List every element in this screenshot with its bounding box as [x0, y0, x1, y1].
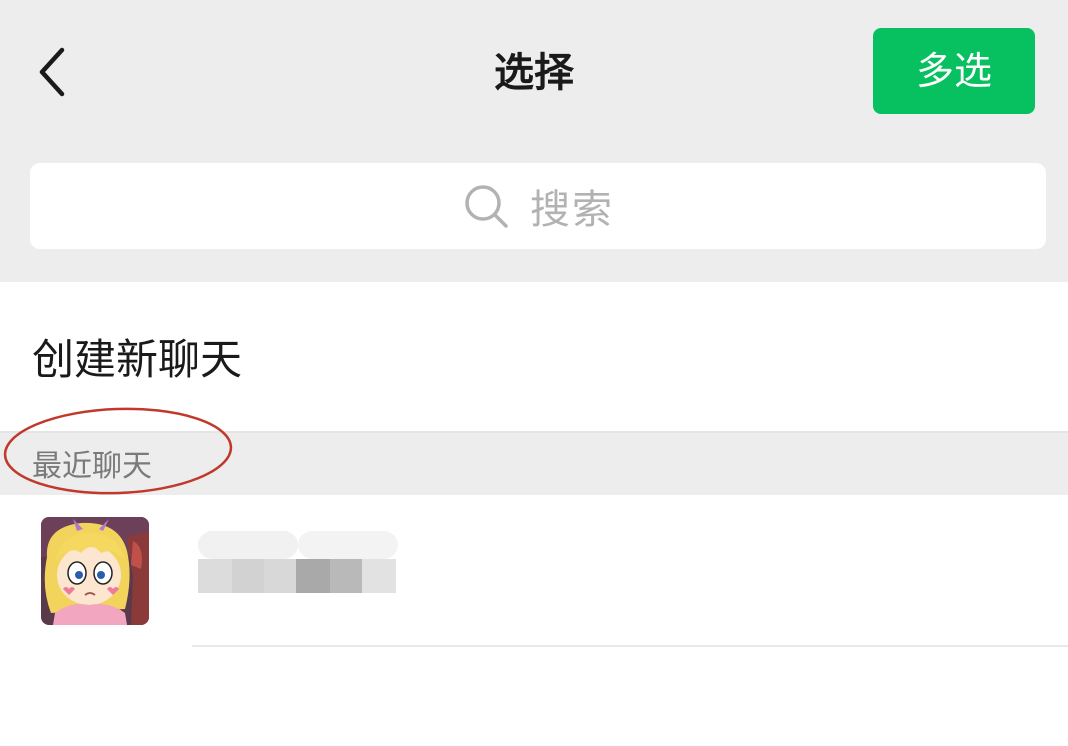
back-button[interactable]	[26, 40, 82, 104]
recent-chats-header: 最近聊天	[0, 433, 1068, 495]
search-placeholder: 搜索	[530, 187, 614, 233]
create-new-chat-label: 创建新聊天	[32, 335, 243, 384]
chat-list-item[interactable]	[0, 495, 1068, 645]
create-new-chat-item[interactable]: 创建新聊天	[0, 282, 1068, 432]
contact-name-obscured	[198, 531, 398, 595]
chevron-left-icon	[39, 47, 65, 97]
select-chat-screen: 选择 多选 搜索 创建新聊天 最近聊天	[0, 0, 1068, 746]
cartoon-girl-avatar-icon	[41, 517, 149, 625]
top-bar: 选择 多选 搜索	[0, 0, 1068, 282]
search-bar[interactable]: 搜索	[30, 163, 1046, 249]
search-icon	[465, 185, 508, 228]
recent-chats-label: 最近聊天	[32, 449, 152, 484]
avatar	[41, 517, 149, 625]
divider	[192, 645, 1068, 647]
multi-select-button[interactable]: 多选	[873, 28, 1035, 114]
